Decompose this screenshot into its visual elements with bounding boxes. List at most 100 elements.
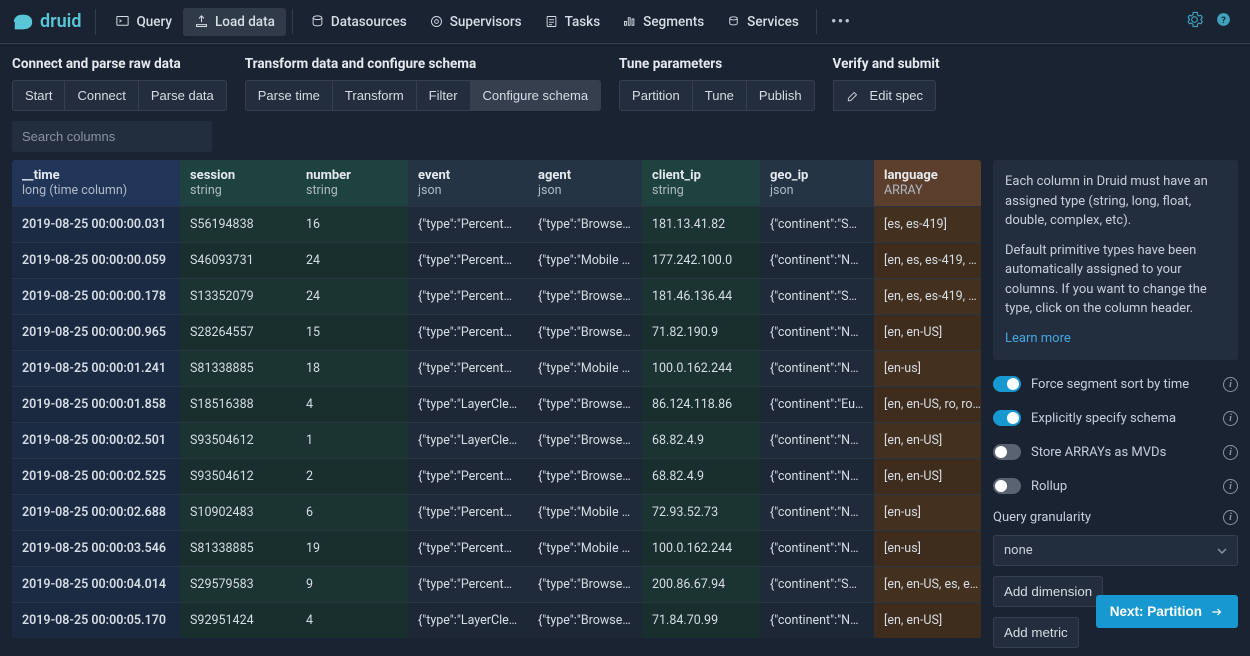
nav-services[interactable]: Services: [715, 8, 810, 36]
cell: 2019-08-25 00:00:02.525: [12, 459, 180, 495]
switch-label: Explicitly specify schema: [1031, 411, 1213, 426]
cell: 181.13.41.82: [642, 207, 760, 243]
step-publish[interactable]: Publish: [747, 80, 815, 111]
col-agent[interactable]: agentjson: [528, 160, 642, 207]
cell: [es, es-419]: [874, 207, 981, 243]
cell: S92951424: [180, 603, 296, 639]
query-granularity-select[interactable]: none: [993, 535, 1238, 566]
info-icon[interactable]: i: [1223, 445, 1238, 460]
toggle[interactable]: [993, 444, 1021, 460]
table-row: 2019-08-25 00:00:02.688S109024836{"type"…: [12, 495, 981, 531]
cell: 24: [296, 279, 408, 315]
info-icon[interactable]: i: [1223, 510, 1238, 525]
cell: {"continent":"Nor…: [760, 603, 874, 639]
cell: 19: [296, 531, 408, 567]
step-tune[interactable]: Tune: [693, 80, 747, 111]
table-row: 2019-08-25 00:00:01.241S8133888518{"type…: [12, 351, 981, 387]
arrow-right-icon: [1210, 605, 1224, 619]
chevron-down-icon: [1217, 546, 1227, 556]
nav-query[interactable]: Query: [104, 8, 183, 36]
cell: [en, en-US, es, es-ES]: [874, 567, 981, 603]
nav-supervisors[interactable]: Supervisors: [418, 8, 533, 36]
schema-panel: Each column in Druid must have an assign…: [993, 160, 1238, 656]
more-menu[interactable]: •••: [823, 12, 859, 32]
toggle[interactable]: [993, 410, 1021, 426]
step-filter[interactable]: Filter: [417, 80, 471, 111]
cell: 18: [296, 351, 408, 387]
col-number[interactable]: numberstring: [296, 160, 408, 207]
cell: S46093731: [180, 243, 296, 279]
top-nav: druid QueryLoad data DatasourcesSuperviso…: [0, 0, 1250, 44]
add-metric-button[interactable]: Add metric: [993, 617, 1079, 648]
cell: 86.124.118.86: [642, 387, 760, 423]
cell: {"continent":"Nor…: [760, 243, 874, 279]
info-icon[interactable]: i: [1223, 411, 1238, 426]
help-icon[interactable]: ?: [1209, 5, 1238, 38]
switch-store-arrays-as-mvds: Store ARRAYs as MVDsi: [993, 442, 1238, 462]
next-partition-button[interactable]: Next: Partition: [1096, 595, 1238, 628]
settings-icon[interactable]: [1180, 5, 1209, 38]
col-event[interactable]: eventjson: [408, 160, 528, 207]
cell: 177.242.100.0: [642, 243, 760, 279]
cell: {"type":"Browser",…: [528, 279, 642, 315]
wizard-group-label: Verify and submit: [833, 56, 940, 74]
cell: {"type":"Browser",…: [528, 603, 642, 639]
cell: 1: [296, 423, 408, 459]
step-edit-spec[interactable]: Edit spec: [833, 80, 936, 111]
toggle[interactable]: [993, 376, 1021, 392]
step-partition[interactable]: Partition: [619, 80, 693, 111]
step-start[interactable]: Start: [12, 80, 65, 111]
toggle[interactable]: [993, 478, 1021, 494]
cell: S93504612: [180, 423, 296, 459]
cell: 181.46.136.44: [642, 279, 760, 315]
cell: S81338885: [180, 351, 296, 387]
cell: {"continent":"Nor…: [760, 351, 874, 387]
cell: {"continent":"Nor…: [760, 423, 874, 459]
switch-explicitly-specify-schema: Explicitly specify schema i: [993, 408, 1238, 428]
nav-datasources[interactable]: Datasources: [299, 8, 418, 36]
cell: {"type":"PercentClear": [408, 531, 528, 567]
brand-logo[interactable]: druid: [12, 9, 96, 35]
cell: {"continent":"Sou…: [760, 567, 874, 603]
cell: 2019-08-25 00:00:04.014: [12, 567, 180, 603]
step-parse-data[interactable]: Parse data: [139, 80, 227, 111]
step-connect[interactable]: Connect: [65, 80, 138, 111]
help-text-1: Each column in Druid must have an assign…: [1005, 172, 1226, 231]
step-configure-schema[interactable]: Configure schema: [471, 80, 602, 111]
step-parse-time[interactable]: Parse time: [245, 80, 333, 111]
cell: {"type":"Mobile B…: [528, 495, 642, 531]
cell: S28264557: [180, 315, 296, 351]
cell: 2019-08-25 00:00:00.965: [12, 315, 180, 351]
cell: 2019-08-25 00:00:00.059: [12, 243, 180, 279]
col-client_ip[interactable]: client_ipstring: [642, 160, 760, 207]
table-row: 2019-08-25 00:00:04.014S295795839{"type"…: [12, 567, 981, 603]
cell: 2019-08-25 00:00:03.546: [12, 531, 180, 567]
services-icon: [726, 14, 741, 29]
cell: 2019-08-25 00:00:00.178: [12, 279, 180, 315]
info-icon[interactable]: i: [1223, 377, 1238, 392]
step-transform[interactable]: Transform: [333, 80, 417, 111]
cell: {"type":"Mobile B…: [528, 243, 642, 279]
col-__time[interactable]: __timelong (time column): [12, 160, 180, 207]
cell: 2019-08-25 00:00:01.858: [12, 387, 180, 423]
table-row: 2019-08-25 00:00:00.031S5619483816{"type…: [12, 207, 981, 243]
table-row: 2019-08-25 00:00:00.965S2826455715{"type…: [12, 315, 981, 351]
cell: [en, en-US]: [874, 423, 981, 459]
nav-tasks[interactable]: Tasks: [533, 8, 612, 36]
cell: 2019-08-25 00:00:02.688: [12, 495, 180, 531]
learn-more-link[interactable]: Learn more: [1005, 329, 1226, 349]
col-geo_ip[interactable]: geo_ipjson: [760, 160, 874, 207]
nav-segments[interactable]: Segments: [611, 8, 715, 36]
col-session[interactable]: sessionstring: [180, 160, 296, 207]
add-dimension-button[interactable]: Add dimension: [993, 576, 1103, 607]
cell: {"continent":"Nor…: [760, 315, 874, 351]
nav-load-data[interactable]: Load data: [183, 8, 286, 36]
info-icon[interactable]: i: [1223, 479, 1238, 494]
switch-label: Rollup: [1031, 479, 1213, 494]
search-input[interactable]: [12, 121, 212, 152]
tasks-icon: [544, 14, 559, 29]
table-row: 2019-08-25 00:00:05.170S929514244{"type"…: [12, 603, 981, 639]
col-language[interactable]: languageARRAY: [874, 160, 981, 207]
switch-label: Force segment sort by time: [1031, 377, 1213, 392]
table-row: 2019-08-25 00:00:00.178S1335207924{"type…: [12, 279, 981, 315]
